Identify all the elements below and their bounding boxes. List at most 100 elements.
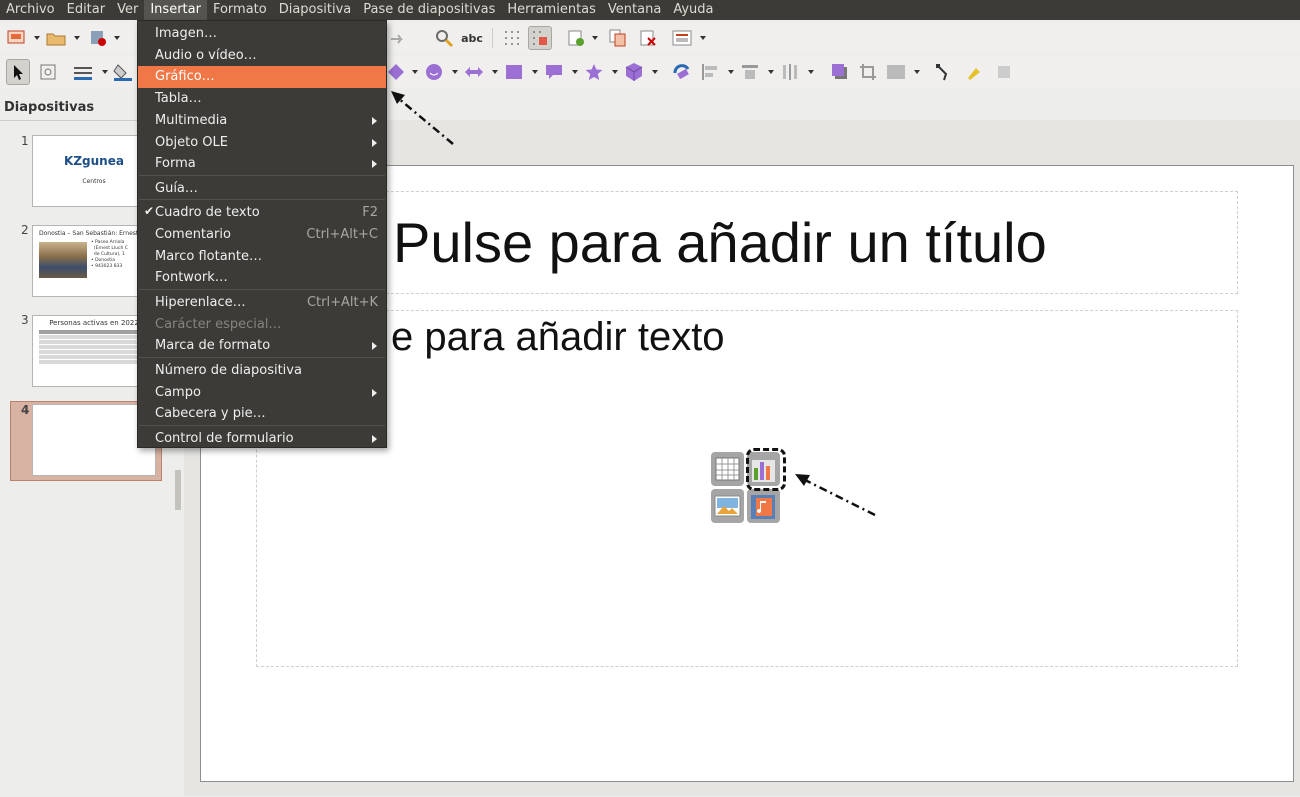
presentation-icon[interactable] (6, 28, 26, 48)
spellcheck-icon[interactable]: abc (461, 28, 483, 48)
menu-item-audio-o-vídeo[interactable]: Audio o vídeo… (138, 45, 386, 67)
menu-item-gráfico[interactable]: Gráfico… (138, 66, 386, 88)
menu-item-label: Forma (155, 156, 196, 171)
select-pointer-icon[interactable] (6, 59, 30, 85)
submenu-arrow-icon (372, 117, 377, 125)
menu-item-control-de-formulario[interactable]: Control de formulario (138, 428, 386, 450)
menu-item-label: Tabla… (155, 91, 202, 106)
menu-item-label: Fontwork… (155, 270, 228, 285)
crop-icon[interactable] (858, 62, 878, 82)
media-icon[interactable] (747, 489, 780, 523)
chevron-down-icon[interactable] (914, 70, 920, 74)
menu-item-número-de-diapositiva[interactable]: Número de diapositiva (138, 360, 386, 382)
table-icon[interactable] (711, 452, 744, 486)
menu-item-label: Campo (155, 385, 201, 400)
menu-herramientas[interactable]: Herramientas (501, 0, 602, 20)
chevron-down-icon[interactable] (74, 36, 80, 40)
slide-layout-icon[interactable] (672, 28, 692, 48)
chevron-down-icon[interactable] (592, 36, 598, 40)
menu-archivo[interactable]: Archivo (0, 0, 61, 20)
distribute-icon[interactable] (780, 62, 800, 82)
3d-object-icon[interactable] (624, 62, 644, 82)
menu-item-guía[interactable]: Guía… (138, 178, 386, 200)
chevron-down-icon[interactable] (452, 70, 458, 74)
content-placeholder-text: e para añadir texto (391, 315, 725, 359)
zoom-pan-icon[interactable] (38, 62, 58, 82)
chevron-down-icon[interactable] (102, 70, 108, 74)
chevron-down-icon[interactable] (808, 70, 814, 74)
shadow-icon[interactable] (830, 62, 850, 82)
smiley-shape-icon[interactable] (424, 62, 444, 82)
points-icon[interactable] (934, 62, 954, 82)
menu-formato[interactable]: Formato (207, 0, 273, 20)
menu-item-fontwork[interactable]: Fontwork… (138, 267, 386, 289)
menu-item-campo[interactable]: Campo (138, 382, 386, 404)
redo-icon[interactable] (388, 28, 408, 48)
chevron-down-icon[interactable] (114, 36, 120, 40)
menu-item-comentario[interactable]: Comentario Ctrl+Alt+C (138, 224, 386, 246)
menu-item-hiperenlace[interactable]: Hiperenlace… Ctrl+Alt+K (138, 292, 386, 314)
slides-panel-title: Diapositivas (4, 100, 95, 115)
menu-item-imagen[interactable]: Imagen… (138, 23, 386, 45)
menu-item-label: Marco flotante… (155, 249, 263, 264)
fill-color-icon[interactable] (112, 62, 132, 82)
chevron-down-icon[interactable] (412, 70, 418, 74)
flowchart-icon[interactable] (504, 62, 524, 82)
menu-editar[interactable]: Editar (61, 0, 112, 20)
chevron-down-icon[interactable] (34, 36, 40, 40)
find-replace-icon[interactable] (434, 28, 454, 48)
arrow-shape-icon[interactable] (464, 62, 484, 82)
chevron-down-icon[interactable] (612, 70, 618, 74)
menu-item-forma[interactable]: Forma (138, 153, 386, 175)
chevron-down-icon[interactable] (532, 70, 538, 74)
menu-ayuda[interactable]: Ayuda (667, 0, 719, 20)
chevron-down-icon[interactable] (700, 36, 706, 40)
submenu-arrow-icon (372, 342, 377, 350)
menu-separator (139, 289, 385, 290)
open-folder-icon[interactable] (46, 28, 66, 48)
glue-points-icon[interactable] (964, 62, 984, 82)
align-icon[interactable] (700, 62, 720, 82)
title-placeholder[interactable]: Pulse para añadir un título (256, 191, 1238, 294)
menu-item-marco-flotante[interactable]: Marco flotante… (138, 246, 386, 268)
chevron-down-icon[interactable] (492, 70, 498, 74)
submenu-arrow-icon (372, 435, 377, 443)
slide-number: 3 (21, 313, 29, 327)
menu-item-label: Objeto OLE (155, 135, 228, 150)
panel-splitter[interactable] (175, 470, 181, 510)
toggle-extrusion-icon[interactable] (994, 62, 1014, 82)
diamond-shape-icon[interactable] (386, 62, 406, 82)
menu-item-multimedia[interactable]: Multimedia (138, 110, 386, 132)
chevron-down-icon[interactable] (768, 70, 774, 74)
new-slide-icon[interactable] (566, 28, 586, 48)
menu-item-tabla[interactable]: Tabla… (138, 88, 386, 110)
menu-item-label: Cuadro de texto (155, 205, 260, 220)
menu-diapositiva[interactable]: Diapositiva (273, 0, 358, 20)
grid-icon[interactable] (502, 28, 522, 48)
menu-item-cuadro-de-texto[interactable]: ✔ Cuadro de texto F2 (138, 202, 386, 224)
star-icon[interactable] (584, 62, 604, 82)
snap-guides-icon[interactable] (528, 26, 552, 50)
filter-icon[interactable] (886, 62, 906, 82)
chevron-down-icon[interactable] (728, 70, 734, 74)
menu-ventana[interactable]: Ventana (602, 0, 667, 20)
menu-item-label: Imagen… (155, 26, 217, 41)
arrange-icon[interactable] (740, 62, 760, 82)
insert-menu: Imagen… Audio o vídeo… Gráfico… Tabla… Multi… (137, 20, 387, 448)
menu-item-label: Marca de formato (155, 338, 271, 353)
menu-pase-de-diapositivas[interactable]: Pase de diapositivas (357, 0, 501, 20)
callout-icon[interactable] (544, 62, 564, 82)
save-icon[interactable] (88, 28, 108, 48)
chevron-down-icon[interactable] (652, 70, 658, 74)
duplicate-slide-icon[interactable] (608, 28, 628, 48)
menu-ver[interactable]: Ver (111, 0, 144, 20)
rotate-icon[interactable] (672, 62, 692, 82)
chevron-down-icon[interactable] (572, 70, 578, 74)
delete-slide-icon[interactable] (638, 28, 658, 48)
line-color-icon[interactable] (72, 62, 92, 82)
menu-insertar[interactable]: Insertar (144, 0, 207, 20)
menu-item-cabecera-y-pie[interactable]: Cabecera y pie… (138, 403, 386, 425)
menu-item-objeto-ole[interactable]: Objeto OLE (138, 132, 386, 154)
image-icon[interactable] (711, 489, 744, 523)
menu-item-marca-de-formato[interactable]: Marca de formato (138, 335, 386, 357)
